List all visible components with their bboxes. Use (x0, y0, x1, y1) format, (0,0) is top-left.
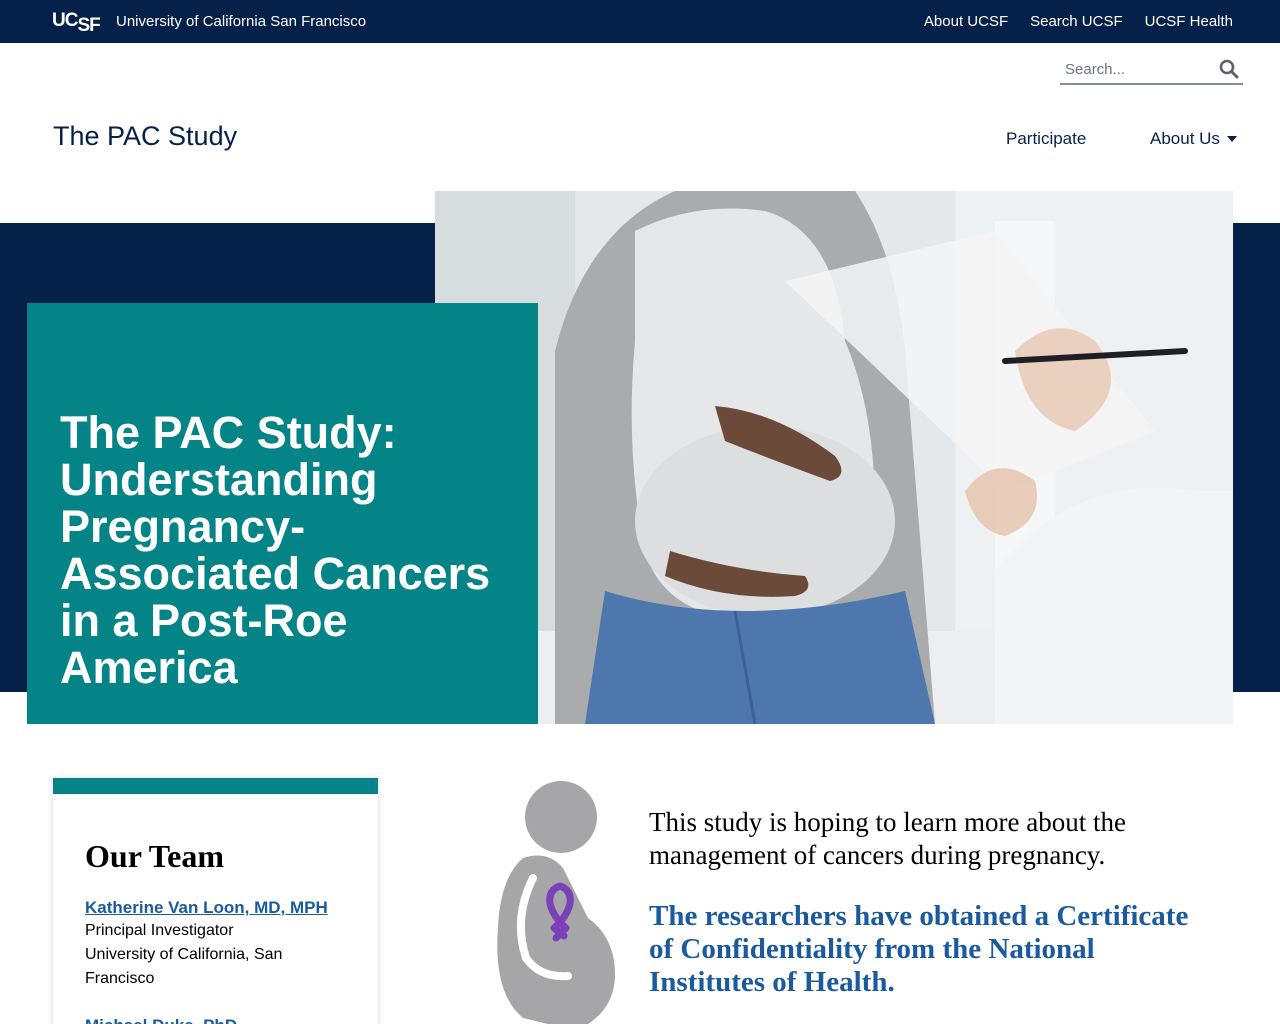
team-card: Our Team Katherine Van Loon, MD, MPH Pri… (53, 778, 378, 1024)
team-member: Katherine Van Loon, MD, MPH Principal In… (85, 897, 328, 991)
team-heading: Our Team (85, 838, 224, 874)
confidentiality-notice: The researchers have obtained a Certific… (649, 900, 1189, 998)
team-member-affiliation: University of California, San Francisco (85, 946, 283, 987)
team-member: Michael Duke, PhD (85, 1016, 237, 1024)
top-link-about-ucsf[interactable]: About UCSF (924, 13, 1008, 30)
top-links: About UCSF Search UCSF UCSF Health (924, 13, 1233, 30)
search-icon[interactable] (1219, 59, 1239, 79)
ucsf-top-bar: UCSF University of California San Franci… (0, 0, 1280, 43)
top-link-ucsf-health[interactable]: UCSF Health (1145, 13, 1233, 30)
nav-about-us[interactable]: About Us (1150, 129, 1237, 149)
team-member-name-link[interactable]: Katherine Van Loon, MD, MPH (85, 897, 328, 919)
site-search (1060, 55, 1243, 85)
nav-about-us-label: About Us (1150, 129, 1220, 148)
ucsf-logo-mark: UCSF (52, 9, 101, 36)
university-name[interactable]: University of California San Francisco (116, 13, 366, 30)
pregnancy-ribbon-icon (497, 781, 616, 1024)
hero-title-card: The PAC Study: Understanding Pregnancy-A… (27, 303, 538, 724)
search-input[interactable] (1060, 55, 1210, 83)
team-member-role: Principal Investigator (85, 922, 234, 939)
caret-down-icon (1226, 135, 1237, 142)
intro-text: This study is hoping to learn more about… (649, 807, 1126, 870)
hero-photo (435, 191, 1233, 724)
site-title[interactable]: The PAC Study (53, 121, 237, 152)
ucsf-logo[interactable]: UCSF (52, 6, 101, 36)
team-member-name-link[interactable]: Michael Duke, PhD (85, 1016, 237, 1024)
top-link-search-ucsf[interactable]: Search UCSF (1030, 13, 1123, 30)
hero-title: The PAC Study: Understanding Pregnancy-A… (60, 407, 491, 693)
nav-participate[interactable]: Participate (1006, 129, 1086, 149)
pregnant-patient-photo (435, 191, 1233, 724)
